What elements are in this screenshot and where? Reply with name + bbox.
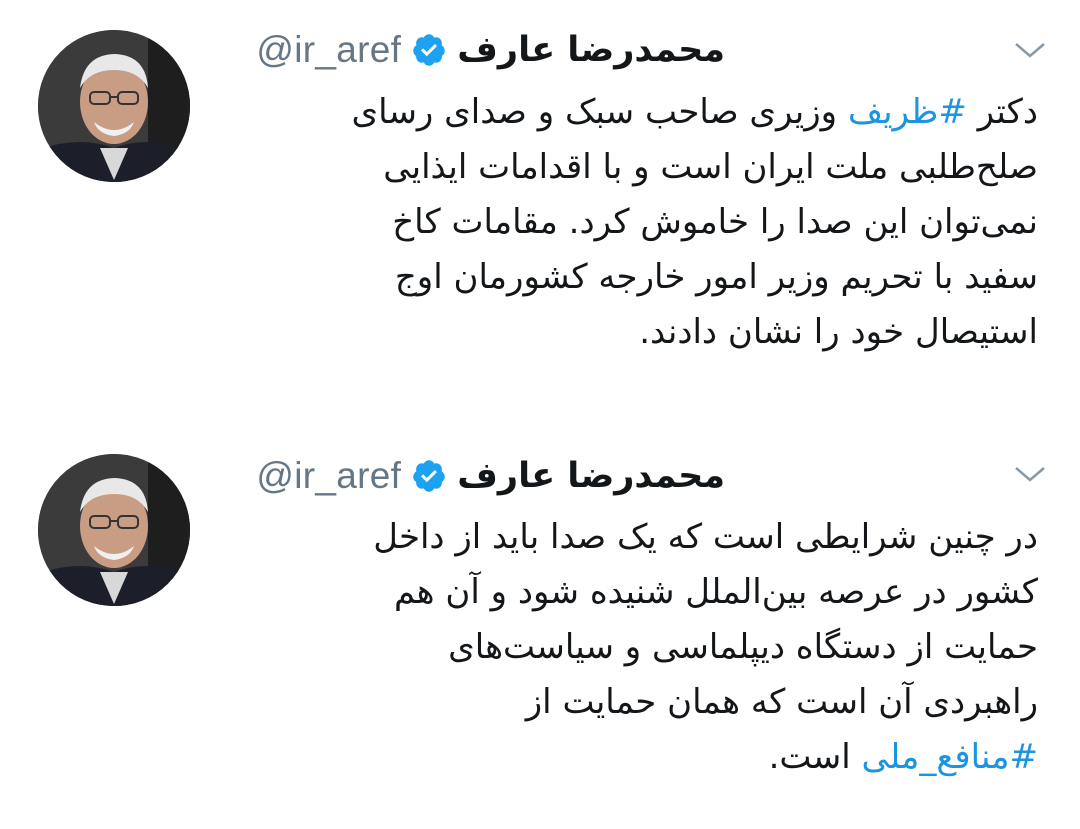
tweet-line: صلح‌طلبی ملت ایران است و با اقدامات ایذا…	[383, 147, 1038, 187]
chevron-down-icon[interactable]	[1010, 462, 1050, 486]
tweet-line: در چنین شرایطی است که یک صدا باید از داخ…	[373, 517, 1038, 557]
tweet-line: راهبردی آن است که همان حمایت از	[525, 682, 1038, 722]
tweet-header: @ir_aref محمدرضا عارف	[256, 26, 725, 74]
tweet-line: #منافع_ملی است.	[768, 737, 1038, 777]
author-handle[interactable]: @ir_aref	[256, 29, 401, 71]
tweet-line: دکتر #ظریف وزیری صاحب سبک و صدای رسای	[351, 92, 1038, 132]
author-name[interactable]: محمدرضا عارف	[457, 456, 725, 496]
tweet-header: @ir_aref محمدرضا عارف	[256, 452, 725, 500]
tweet-card[interactable]: @ir_aref محمدرضا عارف دکتر #ظریف وزیری ص…	[0, 0, 1080, 390]
avatar[interactable]	[38, 454, 190, 606]
verified-badge-icon	[411, 458, 447, 494]
tweet-line: نمی‌توان این صدا را خاموش کرد. مقامات کا…	[392, 202, 1038, 242]
tweet-text: در چنین شرایطی است که یک صدا باید از داخ…	[208, 510, 1038, 785]
author-handle[interactable]: @ir_aref	[256, 455, 401, 497]
tweet-line: استیصال خود را نشان دادند.	[639, 312, 1038, 352]
chevron-down-icon[interactable]	[1010, 38, 1050, 62]
tweet-line: سفید با تحریم وزیر امور خارجه کشورمان او…	[394, 257, 1038, 297]
tweet-text: دکتر #ظریف وزیری صاحب سبک و صدای رسای صل…	[208, 85, 1038, 360]
tweet-line: کشور در عرصه بین‌الملل شنیده شود و آن هم	[394, 572, 1038, 612]
hashtag-link[interactable]: #ظریف	[848, 92, 967, 132]
avatar[interactable]	[38, 30, 190, 182]
hashtag-link[interactable]: #منافع_ملی	[862, 737, 1038, 777]
verified-badge-icon	[411, 32, 447, 68]
author-name[interactable]: محمدرضا عارف	[457, 30, 725, 70]
tweet-line: حمایت از دستگاه دیپلماسی و سیاست‌های	[448, 627, 1038, 667]
tweet-card[interactable]: @ir_aref محمدرضا عارف در چنین شرایطی است…	[0, 430, 1080, 829]
